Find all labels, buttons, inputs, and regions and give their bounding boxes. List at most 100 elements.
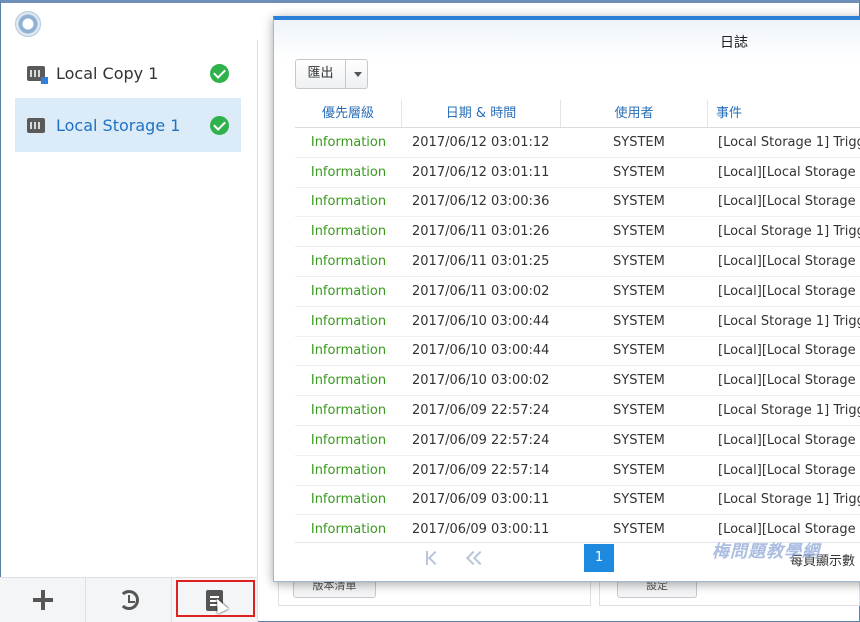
event-cell: [Local][Local Storage [718,522,856,538]
user-cell: SYSTEM [613,432,665,448]
first-page-icon[interactable] [426,551,440,565]
datetime-cell: 2017/06/10 03:00:44 [412,313,550,329]
priority-cell: Information [310,462,387,478]
user-cell: SYSTEM [613,254,665,270]
datetime-cell: 2017/06/10 03:00:02 [412,373,550,389]
table-row[interactable]: Information 2017/06/09 22:57:24 SYSTEM [Loc… [295,396,860,426]
priority-cell: Information [310,164,387,180]
table-row[interactable]: Information 2017/06/12 03:01:11 SYSTEM [Loc… [295,158,860,188]
priority-cell: Information [310,373,387,389]
task-item-local-copy[interactable]: Local Copy 1 [15,46,241,100]
table-row[interactable]: Information 2017/06/09 22:57:14 SYSTEM [Loc… [295,456,860,486]
column-header-datetime[interactable]: 日期 & 時間 [402,100,561,127]
table-row[interactable]: Information 2017/06/09 03:00:11 SYSTEM [Loc… [295,486,860,516]
event-cell: [Local Storage 1] Trigg [718,134,860,150]
user-cell: SYSTEM [613,224,665,240]
event-cell: [Local Storage 1] Trigg [718,403,860,419]
user-cell: SYSTEM [613,134,665,150]
priority-cell: Information [310,194,387,210]
table-row[interactable]: Information 2017/06/12 03:01:12 SYSTEM [Loc… [295,128,860,158]
task-label: Local Copy 1 [56,63,159,83]
datetime-cell: 2017/06/11 03:00:02 [412,283,550,299]
add-task-button[interactable] [0,578,86,622]
nas-device-icon [27,117,45,133]
datetime-cell: 2017/06/12 03:01:12 [412,134,550,150]
datetime-cell: 2017/06/09 03:00:11 [412,522,550,538]
priority-cell: Information [310,283,387,299]
plus-icon [32,589,54,611]
event-cell: [Local][Local Storage [718,462,856,478]
event-cell: [Local Storage 1] Trigg [718,492,860,508]
table-row[interactable]: Information 2017/06/11 03:00:02 SYSTEM [Loc… [295,277,860,307]
history-icon [118,590,139,610]
priority-cell: Information [310,432,387,448]
column-header-priority[interactable]: 優先層級 [295,100,402,127]
table-row[interactable]: Information 2017/06/10 03:00:02 SYSTEM [Loc… [295,366,860,397]
datetime-cell: 2017/06/11 03:01:26 [412,224,550,240]
priority-cell: Information [310,522,387,538]
datetime-cell: 2017/06/12 03:00:36 [412,194,550,210]
status-ok-icon [210,63,229,83]
table-row[interactable]: Information 2017/06/11 03:01:25 SYSTEM [Loc… [295,247,860,277]
event-cell: [Local][Local Storage [718,373,856,389]
datetime-cell: 2017/06/09 03:00:11 [412,492,550,508]
datetime-cell: 2017/06/10 03:00:44 [412,343,550,359]
user-cell: SYSTEM [613,373,665,389]
chevron-down-icon[interactable] [346,60,367,88]
datetime-cell: 2017/06/09 22:57:14 [412,462,550,478]
priority-cell: Information [310,492,387,508]
event-cell: [Local][Local Storage [718,432,856,448]
event-cell: [Local Storage 1] Trigg [718,313,860,329]
event-cell: [Local][Local Storage [718,254,856,270]
user-cell: SYSTEM [613,522,665,538]
table-row[interactable]: Information 2017/06/11 03:01:26 SYSTEM [Loc… [295,217,860,248]
table-row[interactable]: Information 2017/06/12 03:00:36 SYSTEM [Loc… [295,188,860,218]
task-item-local-storage[interactable]: Local Storage 1 [15,98,241,152]
restore-button[interactable] [86,578,172,622]
export-label: 匯出 [296,60,346,88]
priority-cell: Information [310,343,387,359]
panel-divider [257,40,258,580]
dialog-title: 日誌 [720,35,748,51]
previous-page-icon[interactable] [466,552,484,564]
table-row[interactable]: Information 2017/06/10 03:00:44 SYSTEM [Loc… [295,337,860,367]
column-header-event[interactable]: 事件 [708,100,860,127]
table-row[interactable]: Information 2017/06/10 03:00:44 SYSTEM [Loc… [295,307,860,337]
watermark-logo: 梅問題教學網 [712,542,820,562]
table-row[interactable]: Information 2017/06/09 22:57:24 SYSTEM [Loc… [295,426,860,456]
priority-cell: Information [310,403,387,419]
log-table: 優先層級 日期 & 時間 使用者 事件 Information 2017/06/1… [295,100,860,546]
event-cell: [Local][Local Storage [718,343,856,359]
user-cell: SYSTEM [613,462,665,478]
event-cell: [Local][Local Storage [718,194,856,210]
user-cell: SYSTEM [613,283,665,299]
user-cell: SYSTEM [613,194,665,210]
nas-device-icon [27,65,48,84]
event-cell: [Local][Local Storage [718,283,856,299]
table-body: Information 2017/06/12 03:01:12 SYSTEM [Loc… [295,128,860,546]
priority-cell: Information [310,254,387,270]
datetime-cell: 2017/06/09 22:57:24 [412,403,550,419]
priority-cell: Information [310,313,387,329]
user-cell: SYSTEM [613,343,665,359]
export-button[interactable]: 匯出 [295,59,368,89]
event-cell: [Local Storage 1] Trigg [718,224,860,240]
table-header: 優先層級 日期 & 時間 使用者 事件 [295,100,860,128]
user-cell: SYSTEM [613,403,665,419]
version-list-button[interactable]: 版本清單 [293,580,376,598]
user-cell: SYSTEM [613,492,665,508]
priority-cell: Information [310,134,387,150]
current-page-button[interactable]: 1 [584,544,614,572]
log-dialog: 日誌 匯出 優先層級 日期 & 時間 使用者 事件 Information 201… [273,16,860,582]
task-label: Local Storage 1 [56,115,181,135]
event-cell: [Local][Local Storage [718,164,856,180]
datetime-cell: 2017/06/12 03:01:11 [412,164,550,180]
datetime-cell: 2017/06/11 03:01:25 [412,254,550,270]
settings-button[interactable]: 設定 [617,580,697,598]
column-header-user[interactable]: 使用者 [561,100,708,127]
app-logo-icon [15,11,41,37]
user-cell: SYSTEM [613,313,665,329]
status-ok-icon [210,115,229,135]
datetime-cell: 2017/06/09 22:57:24 [412,432,550,448]
priority-cell: Information [310,224,387,240]
